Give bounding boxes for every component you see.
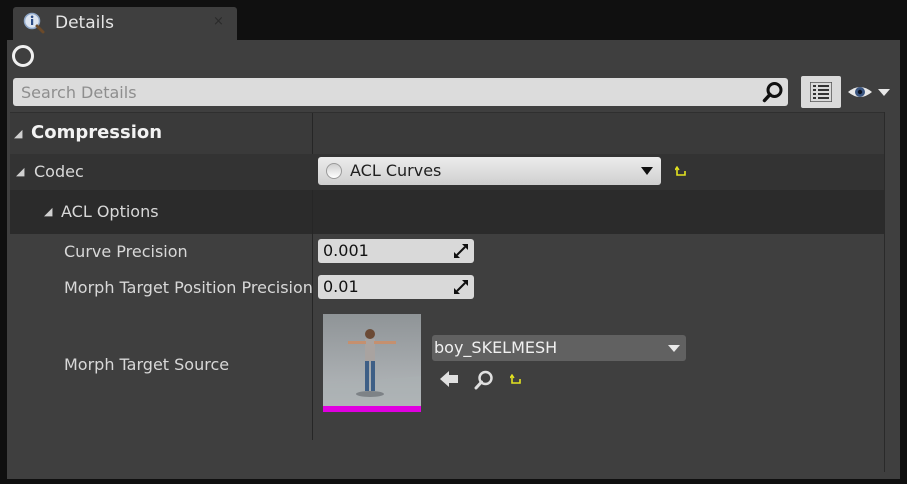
list-view-icon: [810, 82, 832, 102]
category-title: Compression: [31, 122, 163, 143]
morph-precision-field[interactable]: 0.01: [318, 275, 474, 299]
curve-precision-value: 0.001: [323, 241, 369, 260]
curve-precision-label: Curve Precision: [64, 242, 188, 261]
scrollbar-track[interactable]: [884, 112, 885, 472]
column-splitter[interactable]: [312, 113, 313, 155]
reset-to-default-icon[interactable]: [510, 374, 522, 386]
collapse-arrow-icon[interactable]: ◢: [14, 127, 22, 140]
morph-precision-value: 0.01: [323, 277, 359, 296]
codec-value: ACL Curves: [350, 161, 442, 180]
chevron-down-icon: [668, 345, 680, 352]
mesh-value: boy_SKELMESH: [434, 338, 558, 357]
view-options-button[interactable]: [801, 76, 841, 108]
morph-source-label: Morph Target Source: [64, 355, 230, 374]
acl-options-row[interactable]: ◢ ACL Options: [10, 190, 885, 234]
morph-precision-label: Morph Target Position Precision: [64, 278, 313, 297]
category-compression[interactable]: ◢ Compression: [10, 112, 885, 155]
search-icon[interactable]: [762, 81, 784, 103]
spin-drag-icon[interactable]: [454, 244, 468, 258]
loading-ring-icon: [12, 45, 34, 67]
close-icon[interactable]: ×: [213, 14, 224, 29]
mesh-combo[interactable]: boy_SKELMESH: [432, 335, 686, 361]
spin-drag-icon[interactable]: [454, 280, 468, 294]
eye-icon[interactable]: [847, 82, 891, 102]
search-box[interactable]: [13, 78, 788, 106]
column-splitter[interactable]: [312, 190, 313, 234]
details-tab[interactable]: Details ×: [13, 7, 237, 40]
expand-arrow-icon[interactable]: ◢: [16, 165, 24, 178]
curve-precision-field[interactable]: 0.001: [318, 239, 474, 263]
codec-label: Codec: [34, 162, 84, 181]
radio-icon: [326, 163, 342, 179]
search-input[interactable]: [13, 78, 753, 106]
chevron-down-icon: [641, 167, 653, 175]
skeletal-mesh-thumbnail[interactable]: [323, 314, 421, 412]
tab-title: Details: [55, 13, 114, 33]
tab-bar: Details ×: [0, 0, 907, 40]
codec-combo[interactable]: ACL Curves: [318, 157, 661, 185]
info-magnifier-icon: [23, 12, 45, 34]
reset-to-default-icon[interactable]: [675, 166, 687, 178]
arrow-left-icon[interactable]: [439, 370, 459, 388]
expand-arrow-icon[interactable]: ◢: [44, 205, 52, 218]
acl-options-label: ACL Options: [61, 202, 159, 221]
details-panel: ◢ Compression ◢ Codec ACL Curves ◢ ACL O…: [7, 40, 900, 479]
browse-magnifier-icon[interactable]: [474, 370, 494, 390]
column-splitter[interactable]: [312, 234, 313, 440]
